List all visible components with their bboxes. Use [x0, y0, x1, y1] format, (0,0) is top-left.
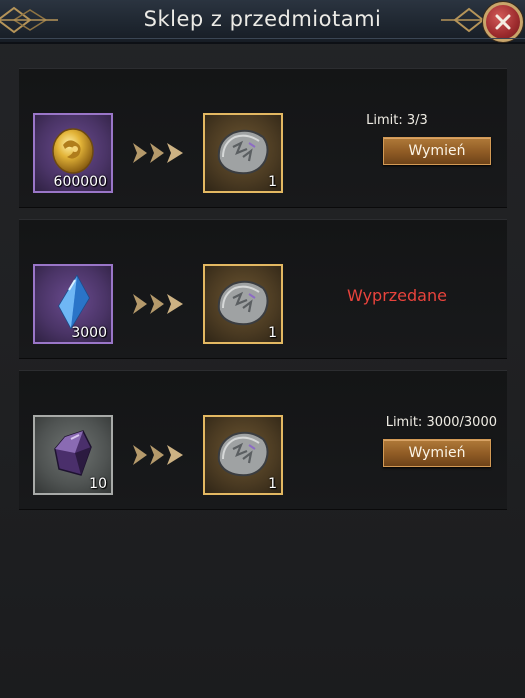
exchange-arrows-icon [133, 445, 183, 465]
offer-output-slot[interactable]: 1 [203, 264, 283, 344]
exchange-button[interactable]: Wymień [383, 137, 491, 165]
page-title: Sklep z przedmiotami [143, 7, 382, 31]
close-icon [495, 14, 511, 30]
input-quantity: 600000 [53, 174, 107, 190]
exchange-button[interactable]: Wymień [383, 439, 491, 467]
offer-input-slot[interactable]: 600000 [33, 113, 113, 193]
offer-output-slot[interactable]: 1 [203, 113, 283, 193]
shop-window: Sklep z przedmiotami 600000 1 Limit: 3/3… [0, 0, 525, 698]
exchange-arrows-icon [133, 143, 183, 163]
output-quantity: 1 [268, 174, 277, 190]
offer-input-slot[interactable]: 3000 [33, 264, 113, 344]
output-quantity: 1 [268, 476, 277, 492]
exchange-arrows-icon [133, 294, 183, 314]
purchase-limit: Limit: 3/3 [366, 113, 428, 128]
offer-row: 3000 1 Wyprzedane [19, 219, 507, 359]
window-header: Sklep z przedmiotami [0, 0, 525, 44]
offer-input-slot[interactable]: 10 [33, 415, 113, 495]
offer-output-slot[interactable]: 1 [203, 415, 283, 495]
output-quantity: 1 [268, 325, 277, 341]
input-quantity: 10 [89, 476, 107, 492]
offer-row: 10 1 Limit: 3000/3000 Wymień [19, 370, 507, 510]
input-quantity: 3000 [71, 325, 107, 341]
close-button[interactable] [483, 2, 523, 42]
offer-row: 600000 1 Limit: 3/3 Wymień [19, 68, 507, 208]
sold-out-label: Wyprzedane [347, 286, 447, 305]
purchase-limit: Limit: 3000/3000 [385, 415, 497, 430]
